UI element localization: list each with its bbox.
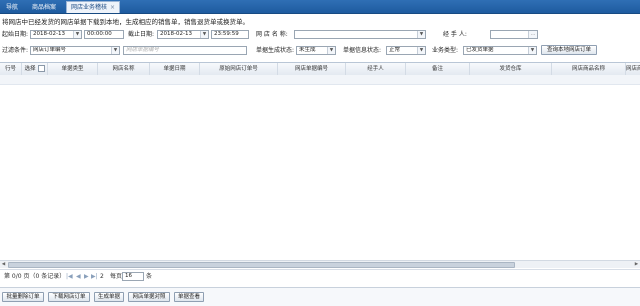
select-all-checkbox[interactable] <box>37 65 45 72</box>
tab-label: 导航 <box>6 4 19 11</box>
orders-grid: 行号 选择 单据类型 网店名称 单据日期 原始网店订单号 网店单据编号 经手人 … <box>0 62 640 268</box>
start-time-value: 00:00:00 <box>87 31 112 37</box>
per-page-label: 每页 <box>110 273 123 280</box>
handler-label: 经 手 人: <box>443 31 467 38</box>
chevron-down-icon[interactable]: ▼ <box>528 47 536 54</box>
tab-label: 网店业务稽核 <box>71 4 108 11</box>
chevron-down-icon[interactable]: ▼ <box>73 31 81 38</box>
end-time-value: 23:59:59 <box>214 31 239 37</box>
col-doc-type[interactable]: 单据类型 <box>48 63 98 75</box>
biz-type-select[interactable]: 已发货单据 ▼ <box>463 46 537 55</box>
chevron-down-icon[interactable]: ▼ <box>327 47 335 54</box>
filter-input[interactable]: 网店单据编号 <box>123 46 247 55</box>
info-status-select[interactable]: 正常 ▼ <box>386 46 426 55</box>
page-number[interactable]: 2 <box>100 272 104 281</box>
biz-type-value: 已发货单据 <box>466 47 494 53</box>
col-select-label: 选择 <box>24 66 36 72</box>
download-shop-orders-button[interactable]: 下载网店订单 <box>48 292 90 302</box>
chevron-down-icon[interactable]: ▼ <box>417 47 425 54</box>
col-shop-doc-no[interactable]: 网店单据编号 <box>278 63 346 75</box>
end-date-label: 截止日期: <box>128 31 155 38</box>
scrollbar-thumb[interactable] <box>8 262 515 268</box>
col-select[interactable]: 选择 <box>22 63 48 75</box>
handler-field[interactable]: … <box>490 30 538 39</box>
shop-doc-compare-button[interactable]: 网店单据对照 <box>128 292 170 302</box>
chevron-down-icon[interactable]: ▼ <box>200 31 208 38</box>
chevron-down-icon[interactable]: ▼ <box>111 47 119 54</box>
close-icon[interactable]: × <box>110 4 115 11</box>
col-warehouse[interactable]: 发货仓库 <box>470 63 552 75</box>
info-status-value: 正常 <box>389 47 401 53</box>
shop-name-label: 网 店 名 称: <box>256 31 288 38</box>
grid-filter-row <box>0 75 640 85</box>
pager: 第 0/0 页（0 条记录） |◀ ◀ ▶ ▶| 2 每页 16 条 <box>0 269 640 282</box>
view-doc-button[interactable]: 单据查看 <box>174 292 204 302</box>
end-date-field[interactable]: 2018-02-13 ▼ <box>157 30 209 39</box>
batch-delete-orders-button[interactable]: 批量删除订单 <box>2 292 44 302</box>
col-shop-product-name[interactable]: 网店商品名称 <box>552 63 626 75</box>
gen-status-value: 未生成 <box>299 47 316 53</box>
gen-status-label: 单据生成状态: <box>256 47 295 54</box>
generate-docs-button[interactable]: 生成单据 <box>94 292 124 302</box>
filter-select[interactable]: 网店订单编号 ▼ <box>30 46 120 55</box>
tab-label: 商品档案 <box>32 4 57 11</box>
end-time-field[interactable]: 23:59:59 <box>211 30 249 39</box>
tab-product-archive[interactable]: 商品档案 <box>28 2 60 13</box>
filter-label: 过滤条件: <box>2 47 29 54</box>
grid-body <box>0 85 640 261</box>
info-status-label: 单据信息状态: <box>343 47 382 54</box>
tab-bar: 导航 商品档案 网店业务稽核 × <box>0 0 640 14</box>
prev-page-icon[interactable]: ◀ <box>76 272 81 281</box>
page-notice: 将网店中已经发货的网店单据下载到本地，生成相应的销售单，销售退货单或换货单。 <box>2 18 249 26</box>
col-shop-product-more[interactable]: 网店商 <box>626 63 640 75</box>
pager-summary: 第 0/0 页（0 条记录） <box>4 273 66 280</box>
start-date-field[interactable]: 2018-02-13 ▼ <box>30 30 82 39</box>
shop-name-select[interactable]: ▼ <box>294 30 426 39</box>
filter-value: 网店订单编号 <box>33 47 67 53</box>
page-size-input[interactable]: 16 <box>122 272 144 281</box>
ellipsis-icon[interactable]: … <box>528 31 537 38</box>
chevron-down-icon[interactable]: ▼ <box>417 31 425 38</box>
tab-shop-audit[interactable]: 网店业务稽核 × <box>66 1 121 13</box>
biz-type-label: 业务类型: <box>432 47 459 54</box>
action-bar: 批量删除订单 下载网店订单 生成单据 网店单据对照 单据查看 <box>0 287 640 306</box>
col-original-order-no[interactable]: 原始网店订单号 <box>200 63 278 75</box>
col-shop-name[interactable]: 网店名称 <box>98 63 150 75</box>
first-page-icon[interactable]: |◀ <box>66 272 73 281</box>
col-row-number[interactable]: 行号 <box>0 63 22 75</box>
scroll-left-icon[interactable]: ◀ <box>0 261 7 268</box>
grid-horizontal-scrollbar[interactable]: ◀ ▶ <box>0 260 640 268</box>
col-doc-date[interactable]: 单据日期 <box>150 63 200 75</box>
col-handler[interactable]: 经手人 <box>346 63 406 75</box>
start-time-field[interactable]: 00:00:00 <box>84 30 124 39</box>
scroll-right-icon[interactable]: ▶ <box>633 261 640 268</box>
tab-navigation[interactable]: 导航 <box>2 2 22 13</box>
last-page-icon[interactable]: ▶| <box>91 272 98 281</box>
per-page-unit: 条 <box>146 273 153 280</box>
gen-status-select[interactable]: 未生成 ▼ <box>296 46 336 55</box>
end-date-value: 2018-02-13 <box>160 31 192 37</box>
filter-placeholder: 网店单据编号 <box>126 47 160 53</box>
start-date-label: 起始日期: <box>2 31 29 38</box>
start-date-value: 2018-02-13 <box>33 31 65 37</box>
next-page-icon[interactable]: ▶ <box>84 272 89 281</box>
query-local-orders-button[interactable]: 查询本地网店订单 <box>541 45 597 55</box>
col-remark[interactable]: 备注 <box>406 63 470 75</box>
